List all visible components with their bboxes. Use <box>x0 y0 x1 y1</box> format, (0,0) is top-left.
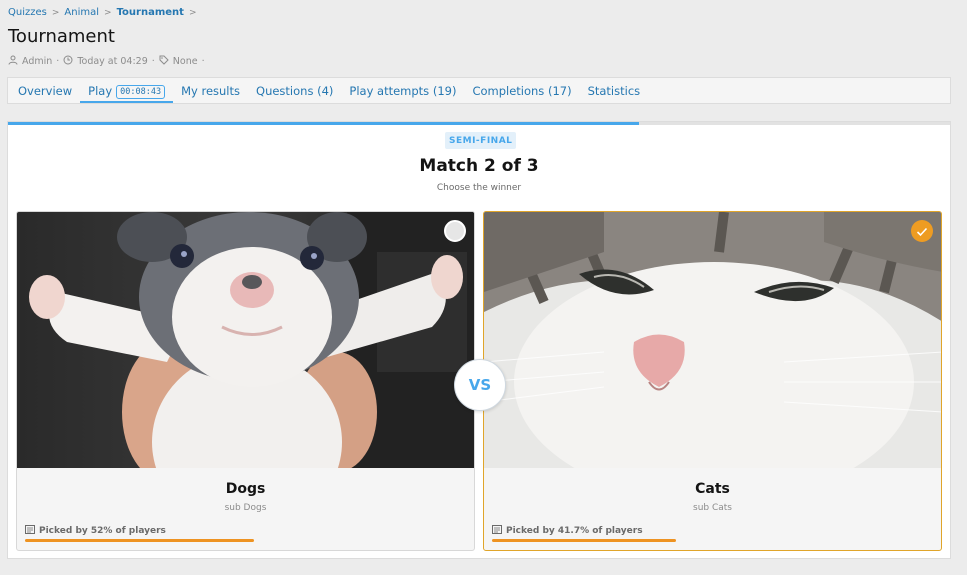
contender-subtitle: sub Cats <box>693 503 732 513</box>
pick-stat: Picked by 41.7% of players <box>492 525 643 537</box>
user-icon <box>8 55 18 68</box>
page-meta: Admin · Today at 04:29 · None · <box>8 55 205 68</box>
tab-label: Completions (17) <box>472 84 572 98</box>
meta-separator: · <box>151 56 155 67</box>
tag-icon <box>159 55 169 68</box>
cat-image[interactable] <box>484 212 941 468</box>
contender-name: Dogs <box>225 481 266 497</box>
contender-name: Cats <box>695 481 730 497</box>
author-link[interactable]: Admin <box>22 56 52 67</box>
breadcrumb-item-quizzes[interactable]: Quizzes <box>8 7 47 18</box>
breadcrumb-separator: > <box>188 7 197 18</box>
pick-bar <box>25 539 254 542</box>
tab-bar: Overview Play 00:08:43 My results Questio… <box>7 77 951 104</box>
pick-bar <box>492 539 676 542</box>
tab-label: Statistics <box>587 84 641 98</box>
tags-value: None <box>172 56 198 67</box>
breadcrumb-item-tournament[interactable]: Tournament <box>117 7 184 18</box>
meta-separator: · <box>56 56 60 67</box>
breadcrumb-separator: > <box>51 7 60 18</box>
breadcrumb: Quizzes > Animal > Tournament > <box>8 7 197 18</box>
dog-image[interactable] <box>17 212 474 468</box>
check-icon <box>916 222 928 241</box>
select-check-cats[interactable] <box>911 220 933 242</box>
match-title: Match 2 of 3 <box>419 156 539 176</box>
pick-stat: Picked by 52% of players <box>25 525 166 537</box>
tab-completions[interactable]: Completions (17) <box>464 78 579 103</box>
vote-icon <box>492 525 502 537</box>
tab-label: Overview <box>18 84 73 98</box>
pick-stat-text: Picked by 41.7% of players <box>506 526 643 536</box>
tab-play-attempts[interactable]: Play attempts (19) <box>341 78 464 103</box>
tab-overview[interactable]: Overview <box>10 78 80 103</box>
tab-label: Questions (4) <box>256 84 334 98</box>
tab-statistics[interactable]: Statistics <box>580 78 649 103</box>
tournament-progress-fill <box>8 122 640 125</box>
vote-icon <box>25 525 35 537</box>
tab-my-results[interactable]: My results <box>173 78 248 103</box>
meta-separator: · <box>201 56 205 67</box>
tournament-panel: SEMI-FINAL Match 2 of 3 Choose the winne… <box>7 121 951 559</box>
breadcrumb-separator: > <box>104 7 112 18</box>
page-title: Tournament <box>8 26 115 47</box>
contender-card-cats[interactable]: Cats sub Cats Picked by 41.7% of players <box>483 211 942 551</box>
round-badge: SEMI-FINAL <box>445 132 517 149</box>
contender-subtitle: sub Dogs <box>224 503 267 513</box>
pick-stat-text: Picked by 52% of players <box>39 526 166 536</box>
play-timer: 00:08:43 <box>116 85 166 99</box>
tab-label: Play attempts (19) <box>349 84 457 98</box>
tab-label: My results <box>181 84 241 98</box>
vs-badge: VS <box>454 359 506 411</box>
tab-label: Play <box>88 84 113 98</box>
select-radio-dogs[interactable] <box>444 220 466 242</box>
tab-questions[interactable]: Questions (4) <box>248 78 341 103</box>
match-instruction: Choose the winner <box>436 183 522 193</box>
clock-icon <box>63 55 73 68</box>
contender-card-dogs[interactable]: Dogs sub Dogs Picked by 52% of players <box>16 211 475 551</box>
tab-play[interactable]: Play 00:08:43 <box>80 78 174 103</box>
post-time[interactable]: Today at 04:29 <box>77 56 147 67</box>
tournament-progress <box>8 122 950 125</box>
breadcrumb-item-animal[interactable]: Animal <box>64 7 99 18</box>
